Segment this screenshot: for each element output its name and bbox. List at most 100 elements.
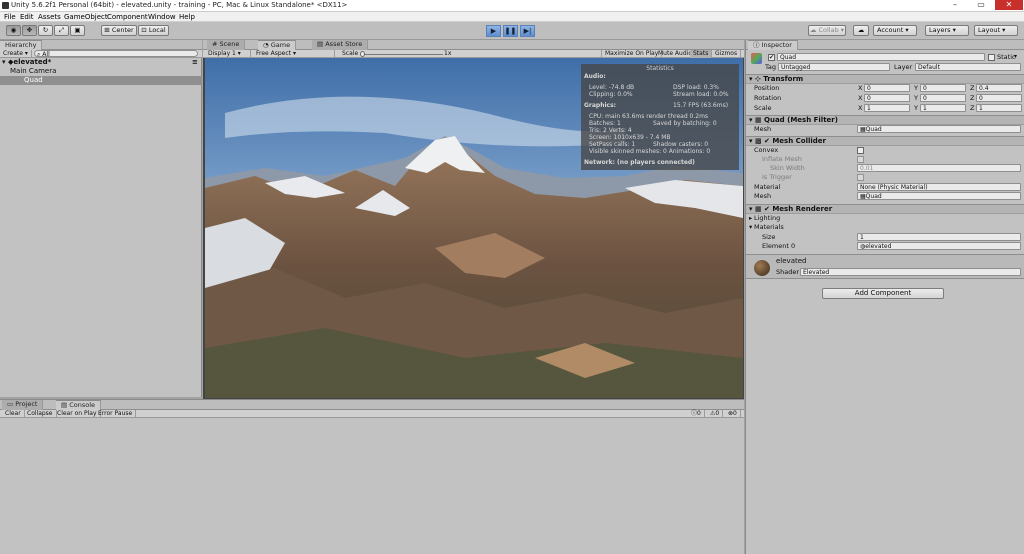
position-z-field[interactable]: 0.4 [976, 84, 1022, 92]
mesh-filter-mesh-field[interactable]: ▦Quad [857, 125, 1021, 133]
scale-x-field[interactable]: 1 [864, 104, 910, 112]
console-warning-count[interactable]: ⚠0 [707, 410, 724, 418]
scale-z-field[interactable]: 1 [976, 104, 1022, 112]
collab-button[interactable]: ☁ Collab ▾ [808, 25, 846, 36]
play-button[interactable]: ▶ [486, 25, 501, 37]
layers-label: Layers [929, 26, 951, 34]
maximize-button[interactable]: ▭ [968, 0, 994, 10]
layout-dropdown[interactable]: Layout ▾ [974, 25, 1018, 36]
scale-slider-handle[interactable] [360, 51, 365, 57]
step-button[interactable]: ▶| [520, 25, 535, 37]
stats-level: Level: -74.8 dB [589, 84, 635, 91]
hand-tool-button[interactable]: ◉ [6, 25, 21, 36]
account-dropdown[interactable]: Account ▾ [873, 25, 917, 36]
inflate-mesh-row: Inflate Mesh [746, 155, 1024, 164]
cloud-services-button[interactable]: ☁ [853, 25, 869, 36]
tab-hierarchy[interactable]: Hierarchy [0, 40, 43, 50]
create-dropdown[interactable]: Create ▾ [0, 50, 32, 58]
layers-dropdown[interactable]: Layers ▾ [925, 25, 969, 36]
menu-edit[interactable]: Edit [20, 12, 34, 22]
stats-toggle[interactable]: Stats [690, 50, 713, 58]
mesh-renderer-enabled-checkbox[interactable]: ✔ [764, 205, 770, 213]
materials-size-label: Size [762, 233, 776, 241]
scale-y-field[interactable]: 1 [920, 104, 966, 112]
gameobject-name-field[interactable]: Quad [777, 53, 985, 61]
menu-component[interactable]: Component [107, 12, 148, 22]
rotate-tool-button[interactable]: ↻ [38, 25, 53, 36]
rotation-y-field[interactable]: 0 [920, 94, 966, 102]
layer-dropdown[interactable]: Default [915, 63, 1021, 71]
console-clear-on-play-toggle[interactable]: Clear on Play [54, 410, 101, 418]
console-error-count[interactable]: ⊗0 [725, 410, 741, 418]
console-collapse-button[interactable]: Collapse [24, 410, 57, 418]
position-x-field[interactable]: 0 [864, 84, 910, 92]
lighting-foldout[interactable]: ▸ Lighting [746, 214, 1024, 223]
gameobject-active-checkbox[interactable] [768, 54, 775, 61]
display-dropdown[interactable]: Display 1 ▾ [205, 50, 251, 58]
tab-project[interactable]: ▭ Project [2, 400, 44, 410]
materials-size-field[interactable]: 1 [857, 233, 1021, 241]
console-info-count[interactable]: ⓘ0 [688, 410, 705, 418]
move-tool-button[interactable]: ✥ [22, 25, 37, 36]
element0-field[interactable]: ◍elevated [857, 242, 1021, 250]
collider-mesh-field[interactable]: ▦Quad [857, 192, 1021, 200]
transform-header[interactable]: ▾ ⊹ Transform [746, 74, 1024, 84]
add-component-button[interactable]: Add Component [822, 288, 944, 299]
mesh-collider-header[interactable]: ▾ ▩ ✔ Mesh Collider [746, 136, 1024, 146]
menu-file[interactable]: File [4, 12, 16, 22]
console-clear-button[interactable]: Clear [2, 410, 25, 418]
hierarchy-scene-row[interactable]: ▾ ◆elevated* ≡ [2, 58, 200, 67]
axis-y-label: Y [914, 84, 918, 92]
mesh-collider-enabled-checkbox[interactable]: ✔ [764, 137, 770, 145]
materials-foldout[interactable]: ▾ Materials [746, 223, 1024, 232]
tab-game[interactable]: ◔ Game [258, 40, 297, 50]
static-dropdown-icon[interactable]: ▾ [1014, 53, 1017, 60]
menu-gameobject[interactable]: GameObject [64, 12, 108, 22]
menu-assets[interactable]: Assets [38, 12, 61, 22]
scene-menu-icon[interactable]: ≡ [192, 58, 198, 67]
is-trigger-checkbox[interactable] [857, 174, 864, 181]
pause-button[interactable]: ❚❚ [503, 25, 518, 37]
tab-console[interactable]: ▤ Console [56, 400, 102, 410]
static-checkbox[interactable] [988, 54, 995, 61]
rect-tool-button[interactable]: ▣ [70, 25, 85, 36]
tab-inspector-label: Inspector [761, 41, 792, 49]
skin-width-field[interactable]: 0.01 [857, 164, 1021, 172]
maximize-on-play-toggle[interactable]: Maximize On Play [601, 50, 663, 58]
mesh-renderer-header[interactable]: ▾ ▦ ✔ Mesh Renderer [746, 204, 1024, 214]
console-header: ▭ Project ▤ Console [0, 400, 744, 410]
collider-material-field[interactable]: None (Physic Material) [857, 183, 1021, 191]
minimize-button[interactable]: – [942, 0, 968, 10]
gizmos-dropdown[interactable]: Gizmos [712, 50, 742, 58]
shader-dropdown[interactable]: Elevated [800, 268, 1021, 276]
convex-checkbox[interactable] [857, 147, 864, 154]
pacman-icon: ◔ [263, 41, 269, 49]
tab-scene[interactable]: # Scene [207, 40, 246, 50]
tab-inspector[interactable]: ⓘ Inspector [748, 40, 798, 50]
tab-asset-store[interactable]: ▤ Asset Store [312, 40, 369, 50]
close-button[interactable]: ✕ [995, 0, 1023, 10]
material-section: elevated Shader Elevated [746, 254, 1024, 279]
pivot-local-button[interactable]: ⊡ Local [138, 25, 169, 36]
scale-slider-track[interactable] [361, 54, 443, 55]
position-y-field[interactable]: 0 [920, 84, 966, 92]
rotation-x-field[interactable]: 0 [864, 94, 910, 102]
axis-y-label: Y [914, 104, 918, 112]
pivot-center-button[interactable]: ⊞ Center [101, 25, 137, 36]
scale-tool-button[interactable]: ⤢ [54, 25, 69, 36]
hierarchy-item-main-camera[interactable]: Main Camera [2, 67, 200, 76]
aspect-dropdown[interactable]: Free Aspect ▾ [253, 50, 335, 58]
menu-help[interactable]: Help [179, 12, 195, 22]
inflate-mesh-checkbox[interactable] [857, 156, 864, 163]
mesh-filter-header[interactable]: ▾ ▦ Quad (Mesh Filter) [746, 115, 1024, 125]
move-arrows-icon: ✥ [26, 26, 33, 34]
mesh-collider-title: Mesh Collider [772, 137, 826, 145]
console-error-pause-toggle[interactable]: Error Pause [95, 410, 137, 418]
renderer-icon: ▦ [754, 205, 762, 213]
hierarchy-search-input[interactable]: ⌕ All [34, 50, 198, 58]
tag-dropdown[interactable]: Untagged [778, 63, 890, 71]
rotation-z-field[interactable]: 0 [976, 94, 1022, 102]
menu-window[interactable]: Window [148, 12, 176, 22]
scene-name: elevated* [13, 58, 52, 66]
hierarchy-item-quad[interactable]: Quad [0, 76, 202, 85]
